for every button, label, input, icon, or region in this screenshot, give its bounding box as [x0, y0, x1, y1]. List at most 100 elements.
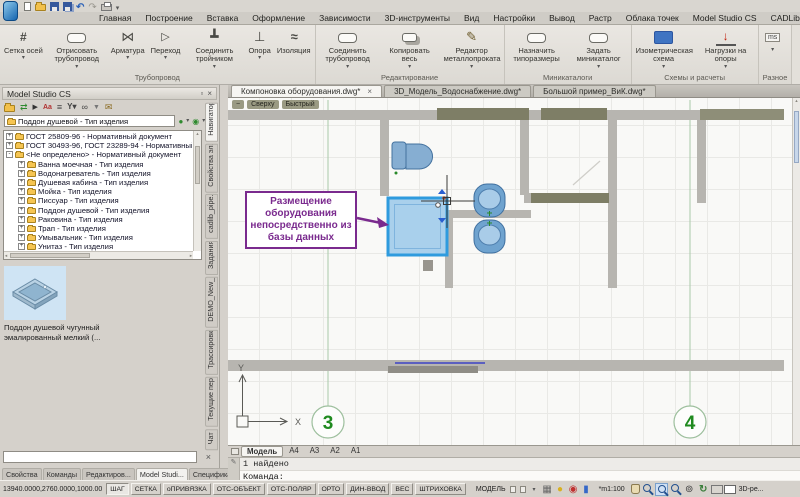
pan-hand-icon[interactable] [631, 484, 640, 494]
ribbon-tab-оформление[interactable]: Оформление [245, 12, 312, 24]
expander-icon[interactable]: + [18, 179, 25, 186]
print-preview-icon[interactable] [711, 483, 723, 496]
toggle-вес[interactable]: ВЕС [391, 483, 413, 495]
expander-icon[interactable]: + [18, 188, 25, 195]
quick-filter-input[interactable] [3, 451, 197, 463]
tree-item-ванна-моечная-тип-изделия[interactable]: +Ванна моечная - Тип изделия [5, 160, 192, 169]
sink-fixture-bottom[interactable] [474, 220, 505, 253]
layout-tab-а4[interactable]: А4 [284, 446, 304, 457]
panel-tab-свойства[interactable]: Свойства [2, 468, 42, 480]
tree-horizontal-scrollbar[interactable]: ◄► [4, 251, 193, 259]
annotation-autoscale-icon[interactable] [567, 483, 580, 496]
toggle-дин-ввод[interactable]: ДИН-ВВОД [346, 483, 389, 495]
tree-item-водонагреватель-тип-изделия[interactable]: +Водонагреватель - Тип изделия [5, 169, 192, 178]
equipment-tree[interactable]: +ГОСТ 25809-96 - Нормативный документ+ГО… [3, 130, 202, 260]
close-icon[interactable]: × [207, 89, 212, 98]
side-tab-трассировка[interactable]: Трассировка [205, 330, 218, 375]
toggle-орто[interactable]: ОРТО [318, 483, 345, 495]
binoculars-icon[interactable]: ∞ [82, 103, 88, 112]
viewport-view-control[interactable]: Сверху [247, 100, 278, 109]
sort-icon[interactable]: Aa [43, 104, 52, 111]
expander-icon[interactable]: + [18, 225, 25, 232]
scroll-thumb[interactable] [10, 253, 90, 258]
expander-icon[interactable]: + [18, 234, 25, 241]
expander-icon[interactable]: + [18, 243, 25, 250]
ribbon-button-изоляция[interactable]: Изоляция [274, 27, 314, 55]
ribbon-tab-главная[interactable]: Главная [92, 12, 138, 24]
toggle-шаг[interactable]: ШАГ [106, 483, 128, 495]
expander-icon[interactable]: + [18, 207, 25, 214]
expander-icon[interactable]: + [18, 197, 25, 204]
tree-item-не-определено-нормативный-документ[interactable]: -<Не определено> - Нормативный документ [5, 150, 192, 159]
expander-icon[interactable]: + [18, 170, 25, 177]
ribbon-button-misc[interactable]: ▾ [760, 27, 786, 53]
side-tab-demo-new[interactable]: DEMO_New_... [205, 277, 218, 328]
ribbon-tab-зависимости[interactable]: Зависимости [312, 12, 378, 24]
toggle-отс-объект[interactable]: ОТС-ОБЪЕКТ [213, 483, 265, 495]
expander-icon[interactable]: + [6, 133, 13, 140]
ribbon-tab-вставка[interactable]: Вставка [200, 12, 246, 24]
side-tab-свойства-эл[interactable]: Свойства эл... [205, 144, 218, 193]
ribbon-button-нагрузки-на-опоры[interactable]: Нагрузки на опоры▾ [695, 27, 757, 70]
tree-item-трап-тип-изделия[interactable]: +Трап - Тип изделия [5, 224, 192, 233]
tree-item-мойка-тип-изделия[interactable]: +Мойка - Тип изделия [5, 187, 192, 196]
refresh-icon[interactable]: ⇄ [20, 103, 28, 112]
layout-tab-модель[interactable]: Модель [241, 446, 283, 457]
clear-filter-icon[interactable]: × [206, 453, 211, 462]
side-tab-навигатор[interactable]: Навигатор [205, 103, 218, 142]
ribbon-tab-настройки[interactable]: Настройки [486, 12, 542, 24]
open-icon[interactable] [35, 4, 46, 11]
clean-screen-icon[interactable] [724, 483, 737, 496]
ribbon-button-переход[interactable]: Переход▾ [148, 27, 184, 61]
tree-item-раковина-тип-изделия[interactable]: +Раковина - Тип изделия [5, 215, 192, 224]
scroll-thumb[interactable] [195, 146, 200, 184]
tree-item-писсуар-тип-изделия[interactable]: +Писсуар - Тип изделия [5, 196, 192, 205]
close-icon[interactable]: × [367, 87, 372, 96]
list-icon[interactable]: ≡ [57, 103, 62, 112]
expander-icon[interactable]: + [18, 216, 25, 223]
zoom-window-icon[interactable] [655, 483, 668, 496]
ribbon-button-опора[interactable]: Опора▾ [245, 27, 273, 61]
ribbon-tab-вид[interactable]: Вид [457, 12, 486, 24]
doc-tab-компоновка-оборудования-dwg[interactable]: Компоновка оборудования.dwg*× [231, 85, 382, 97]
expander-icon[interactable]: + [6, 142, 13, 149]
tree-item-душевая-кабина-тип-изделия[interactable]: +Душевая кабина - Тип изделия [5, 178, 192, 187]
viewport-style-control[interactable]: Быстрый [282, 100, 319, 109]
side-tab-чат[interactable]: Чат [205, 429, 218, 450]
doc-tab-большой-пример-вик-dwg[interactable]: Большой пример_ВиК.dwg* [533, 85, 656, 97]
ribbon-button-соединить-тройником[interactable]: Соединить тройником▾ [183, 27, 245, 70]
orbit-icon[interactable] [683, 483, 696, 496]
grip-arrow-up[interactable] [438, 189, 446, 194]
chevron-down-icon[interactable]: ▾ [186, 118, 189, 124]
ribbon-button-арматура[interactable]: Арматура▾ [108, 27, 148, 61]
ribbon-tab-построение[interactable]: Построение [138, 12, 199, 24]
layout-mini-icon[interactable] [510, 486, 516, 493]
folder-icon[interactable] [4, 105, 15, 112]
toggle-сетка[interactable]: СЕТКА [131, 483, 161, 495]
expander-icon[interactable]: + [18, 161, 25, 168]
toilet-fixture[interactable] [392, 142, 433, 175]
tree-item-гост-25809-96-нормативный-документ[interactable]: +ГОСТ 25809-96 - Нормативный документ [5, 132, 192, 141]
mail-icon[interactable]: ✉ [105, 103, 113, 112]
layout-tab-а2[interactable]: А2 [325, 446, 345, 457]
save-icon[interactable] [50, 2, 59, 11]
preview-thumbnail[interactable] [4, 266, 66, 320]
floor-plan[interactable]: 3 4 Y X [228, 98, 792, 445]
ribbon-tab-cadlib-проект[interactable]: CADLib Проект [764, 12, 800, 24]
ribbon-tab-3d-инструменты[interactable]: 3D-инструменты [378, 12, 457, 24]
side-tab-cadlib-pipe[interactable]: cadlib_pipe... [205, 194, 218, 239]
space-label[interactable]: МОДЕЛЬ [476, 486, 506, 493]
layout-tab-а1[interactable]: А1 [346, 446, 366, 457]
panel-tab-команды[interactable]: Команды [43, 468, 81, 480]
ribbon-button-задать-миникаталог[interactable]: Задать миникаталог▾ [568, 27, 630, 70]
pin-icon[interactable]: ▫ [200, 89, 203, 98]
funnel-icon[interactable]: ▼ [93, 104, 100, 111]
tree-item-поддон-душевой-тип-изделия[interactable]: +Поддон душевой - Тип изделия [5, 206, 192, 215]
ribbon-button-редактор-металлопроката[interactable]: Редактор металлопроката▾ [441, 27, 503, 70]
layout-mini-icon[interactable] [520, 486, 526, 493]
ribbon-tab-вывод[interactable]: Вывод [542, 12, 582, 24]
tree-item-гост-30493-96-гост-23289-94-нормативный-д[interactable]: +ГОСТ 30493-96, ГОСТ 23289-94 - Норматив… [5, 141, 192, 150]
zoom-object-icon[interactable] [669, 483, 682, 496]
annotation-scale-icon[interactable] [580, 483, 593, 496]
zoom-realtime-icon[interactable] [641, 483, 654, 496]
